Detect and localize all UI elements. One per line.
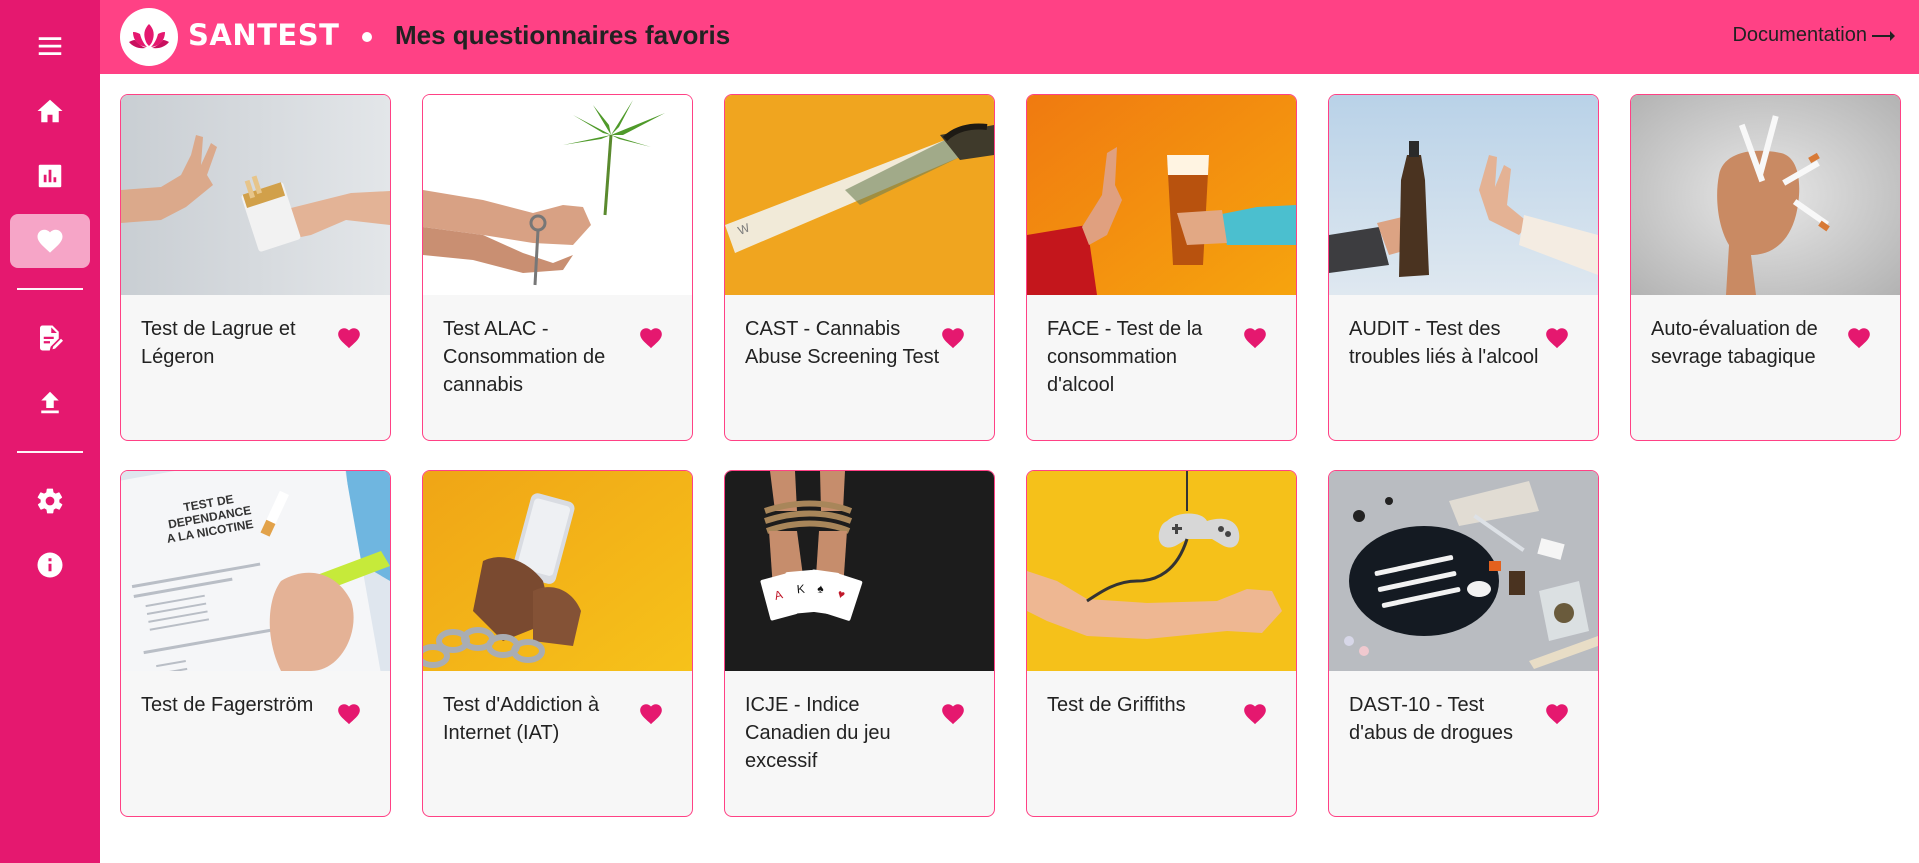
questionnaire-card[interactable]: TEST DE DEPENDANCE A LA NICOTINE Test de… (120, 470, 391, 817)
card-title: DAST-10 - Test d'abus de drogues (1349, 694, 1513, 744)
card-title: FACE - Test de la consommation d'alcool (1047, 318, 1203, 396)
heart-icon (1546, 704, 1568, 725)
heart-icon (1546, 328, 1568, 349)
card-image-nicotine-questionnaire-sheet: TEST DE DEPENDANCE A LA NICOTINE (121, 471, 390, 671)
sidebar-divider (17, 288, 83, 290)
menu-button[interactable] (10, 19, 90, 73)
favorite-heart-button[interactable] (635, 323, 667, 353)
card-title: Auto-évaluation de sevrage tabagique (1651, 318, 1818, 368)
title-separator-dot (362, 32, 372, 42)
card-image-chained-hands-phone (423, 471, 692, 671)
favorite-heart-button[interactable] (635, 699, 667, 729)
sidebar (0, 0, 100, 863)
favorite-heart-button[interactable] (937, 699, 969, 729)
upload-icon (41, 391, 59, 414)
top-header: SANTEST Mes questionnaires favoris Docum… (100, 0, 1919, 74)
brand-name: SANTEST (188, 18, 340, 52)
sidebar-item-favorites[interactable] (10, 214, 90, 268)
card-title: Test de Lagrue et Légeron (141, 318, 296, 368)
card-title: Test de Griffiths (1047, 694, 1186, 716)
sidebar-item-about[interactable] (10, 538, 90, 592)
chart-icon (38, 164, 62, 188)
questionnaire-card[interactable]: Test de Griffiths (1026, 470, 1297, 817)
favorite-heart-button[interactable] (1843, 323, 1875, 353)
questionnaire-card[interactable]: Test ALAC - Consommation de cannabis (422, 94, 693, 441)
card-image-refusing-beer (1027, 95, 1296, 295)
gear-icon (37, 488, 63, 514)
sidebar-divider (17, 451, 83, 453)
favorite-heart-button[interactable] (333, 323, 365, 353)
questionnaire-card[interactable]: FACE - Test de la consommation d'alcool (1026, 94, 1297, 441)
card-image-joint: W (725, 95, 994, 295)
questionnaire-card[interactable]: W CAST - Cannabis Abuse Screening Test (724, 94, 995, 441)
favorite-heart-button[interactable] (937, 323, 969, 353)
heart-icon (942, 328, 964, 349)
questionnaire-card[interactable]: A K ♠ ♥ ICJE - Indice Canadien du jeu ex… (724, 470, 995, 817)
heart-icon (1244, 704, 1266, 725)
favorite-heart-button[interactable] (1541, 323, 1573, 353)
sidebar-item-import[interactable] (10, 376, 90, 430)
card-image-gamepad-cable-arm (1027, 471, 1296, 671)
card-image-cannabis-leaf-handcuffed (423, 95, 692, 295)
questionnaire-card[interactable]: Test de Lagrue et Légeron (120, 94, 391, 441)
logo[interactable] (120, 8, 178, 66)
favorite-heart-button[interactable] (1239, 323, 1271, 353)
card-image-refusing-bottle (1329, 95, 1598, 295)
documentation-label: Documentation (1732, 24, 1867, 46)
questionnaire-card[interactable]: DAST-10 - Test d'abus de drogues (1328, 470, 1599, 817)
questionnaire-card[interactable]: Auto-évaluation de sevrage tabagique (1630, 94, 1901, 441)
info-icon (37, 552, 63, 578)
heart-icon (640, 328, 662, 349)
sidebar-item-home[interactable] (10, 84, 90, 138)
sidebar-item-settings[interactable] (10, 474, 90, 528)
svg-text:K: K (796, 582, 805, 597)
card-title: AUDIT - Test des troubles liés à l'alcoo… (1349, 318, 1539, 368)
card-title: ICJE - Indice Canadien du jeu excessif (745, 694, 891, 772)
favorite-heart-button[interactable] (1541, 699, 1573, 729)
card-image-fist-crushing-cigarettes (1631, 95, 1900, 295)
heart-icon (338, 704, 360, 725)
sidebar-item-statistics[interactable] (10, 149, 90, 203)
questionnaire-card[interactable]: AUDIT - Test des troubles liés à l'alcoo… (1328, 94, 1599, 441)
page-title: Mes questionnaires favoris (395, 20, 731, 50)
card-title: CAST - Cannabis Abuse Screening Test (745, 318, 940, 368)
card-image-tied-hands-cards: A K ♠ ♥ (725, 471, 994, 671)
heart-icon (640, 704, 662, 725)
card-title: Test d'Addiction à Internet (IAT) (443, 694, 600, 744)
heart-icon (37, 229, 63, 253)
favorite-heart-button[interactable] (1239, 699, 1271, 729)
heart-icon (1848, 328, 1870, 349)
sidebar-item-create[interactable] (10, 311, 90, 365)
card-image-drugs-on-table (1329, 471, 1598, 671)
questionnaire-card[interactable]: Test d'Addiction à Internet (IAT) (422, 470, 693, 817)
menu-icon (38, 37, 62, 55)
card-title: Test de Fagerström (141, 694, 314, 716)
heart-icon (1244, 328, 1266, 349)
home-icon (37, 99, 63, 123)
heart-icon (942, 704, 964, 725)
lotus-logo-icon (129, 24, 169, 49)
heart-icon (338, 328, 360, 349)
documentation-link[interactable]: Documentation (1732, 24, 1895, 47)
card-image-refusing-cigarettes (121, 95, 390, 295)
favorite-heart-button[interactable] (333, 699, 365, 729)
edit-document-icon (40, 325, 63, 351)
arrow-right-icon (1872, 30, 1895, 41)
card-title: Test ALAC - Consommation de cannabis (443, 318, 606, 396)
